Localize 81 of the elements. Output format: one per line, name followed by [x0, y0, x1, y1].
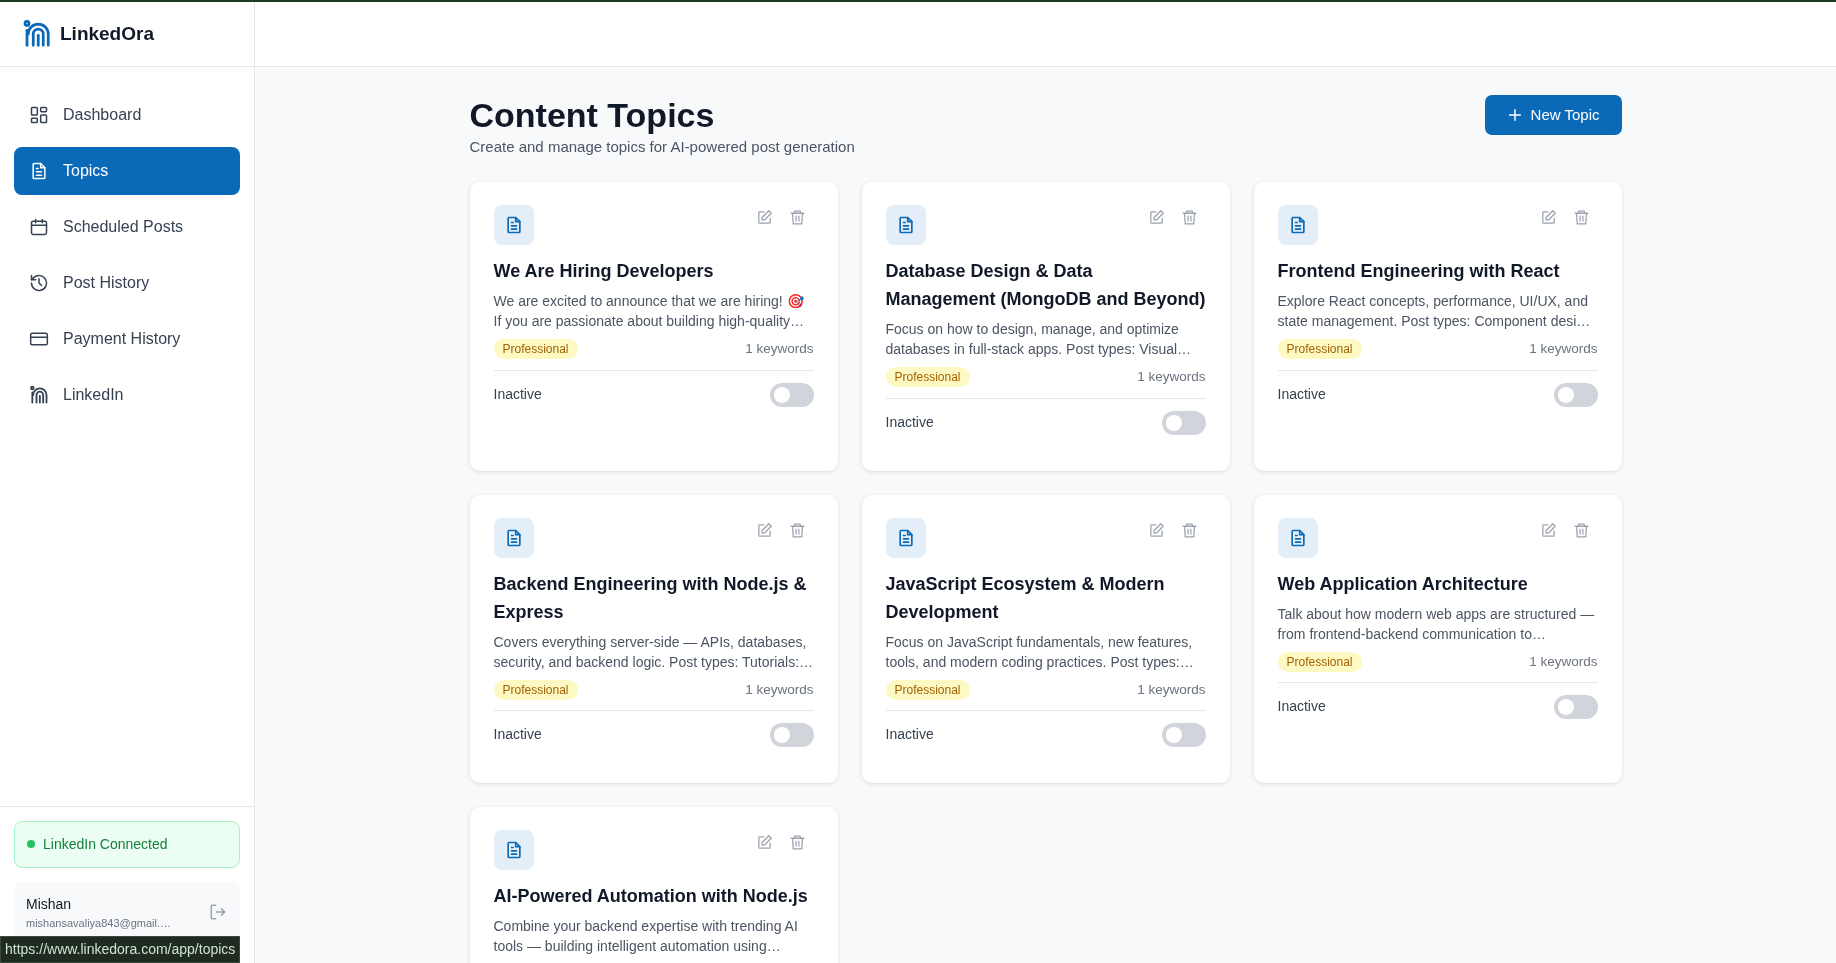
- page-title: Content Topics: [469, 95, 716, 136]
- tone-tag: Professional: [885, 679, 970, 700]
- delete-icon[interactable]: [1180, 209, 1198, 227]
- status-label: Inactive: [1277, 385, 1326, 405]
- brand-name: LinkedOra: [60, 21, 154, 46]
- tone-tag: Professional: [493, 679, 578, 700]
- status-label: Inactive: [1277, 697, 1326, 717]
- topic-description: Talk about how modern web apps are structured — from frontend-backend communication to…: [1277, 604, 1596, 644]
- keyword-count: 1 keywords: [1137, 368, 1206, 387]
- status-label: Inactive: [885, 413, 934, 433]
- toggle-switch[interactable]: [769, 722, 814, 747]
- tone-tag: Professional: [1277, 339, 1362, 360]
- tone-tag: Professional: [493, 339, 578, 360]
- delete-icon[interactable]: [788, 521, 806, 539]
- toggle-switch[interactable]: [769, 382, 814, 407]
- page-subtitle: Create and manage topics for AI-powered post generation: [469, 136, 855, 157]
- edit-icon[interactable]: [1539, 521, 1557, 539]
- edit-icon[interactable]: [755, 833, 773, 851]
- logo-icon: [22, 19, 52, 49]
- calendar-icon: [29, 217, 49, 237]
- topic-title: JavaScript Ecosystem & Modern Development: [885, 572, 1166, 624]
- topic-title: Web Application Architecture: [1277, 572, 1529, 596]
- topic-description: Focus on JavaScript fundamentals, new features, tools, and modern coding practices. Post types:…: [885, 632, 1195, 672]
- status-label: Inactive: [885, 725, 934, 745]
- status-label: Inactive: [493, 385, 542, 405]
- keyword-count: 1 keywords: [1137, 680, 1206, 699]
- delete-icon[interactable]: [788, 209, 806, 227]
- document-icon: [493, 829, 534, 870]
- status-label: Inactive: [493, 725, 542, 745]
- user-email: mishansavaliya843@gmail.…: [26, 915, 172, 931]
- edit-icon[interactable]: [1147, 521, 1165, 539]
- sidebar-item[interactable]: Dashboard: [14, 91, 240, 139]
- keyword-count: 1 keywords: [745, 680, 814, 699]
- edit-icon[interactable]: [1539, 209, 1557, 227]
- sidebar-item[interactable]: Post History: [14, 259, 240, 307]
- topic-description: Covers everything server-side — APIs, databases, security, and backend logic. Post types: Tutorials:…: [493, 632, 814, 672]
- document-icon: [885, 517, 926, 558]
- topic-description: Focus on how to design, manage, and optimize databases in full-stack apps. Post types: Visual…: [885, 320, 1193, 360]
- document-icon: [1277, 517, 1318, 558]
- linkedin-icon: [29, 385, 49, 405]
- document-icon: [1277, 205, 1318, 246]
- delete-icon[interactable]: [1180, 521, 1198, 539]
- delete-icon[interactable]: [1572, 209, 1590, 227]
- connection-label: LinkedIn Connected: [43, 834, 168, 854]
- sidebar-item[interactable]: LinkedIn: [14, 371, 240, 419]
- user-name: Mishan: [26, 894, 73, 914]
- document-icon: [29, 161, 49, 181]
- topic-description: Explore React concepts, performance, UI/UX, and state management. Post types: Component desi…: [1277, 292, 1592, 332]
- dashboard-icon: [29, 105, 49, 125]
- edit-icon[interactable]: [755, 521, 773, 539]
- credit-card-icon: [29, 329, 49, 349]
- keyword-count: 1 keywords: [1529, 340, 1598, 359]
- tone-tag: Professional: [885, 367, 970, 388]
- tone-tag: Professional: [1277, 651, 1362, 672]
- topic-title: We Are Hiring Developers: [493, 260, 715, 284]
- topic-title: AI-Powered Automation with Node.js: [493, 884, 809, 908]
- delete-icon[interactable]: [788, 833, 806, 851]
- edit-icon[interactable]: [1147, 209, 1165, 227]
- new-topic-button[interactable]: New Topic: [1484, 95, 1622, 135]
- keyword-count: 1 keywords: [1529, 652, 1598, 671]
- document-icon: [885, 205, 926, 246]
- document-icon: [493, 517, 534, 558]
- history-icon: [29, 273, 49, 293]
- sidebar-item[interactable]: Payment History: [14, 315, 240, 363]
- topic-title: Frontend Engineering with React: [1277, 260, 1561, 284]
- toggle-switch[interactable]: [1553, 382, 1598, 407]
- sidebar-item[interactable]: Topics: [14, 147, 240, 195]
- sidebar-item[interactable]: Scheduled Posts: [14, 203, 240, 251]
- plus-icon: [1506, 107, 1523, 123]
- keyword-count: 1 keywords: [745, 340, 814, 359]
- topic-description: Combine your backend expertise with trending AI tools — building intelligent automation using…: [493, 916, 799, 956]
- topic-title: Database Design & Data Management (MongoDB and Beyond): [885, 260, 1206, 312]
- toggle-switch[interactable]: [1161, 722, 1206, 747]
- topic-description: We are excited to announce that we are hiring! 🎯 If you are passionate about building high-quality…: [493, 292, 806, 332]
- topic-title: Backend Engineering with Node.js & Express: [493, 572, 808, 624]
- edit-icon[interactable]: [755, 209, 773, 227]
- toggle-switch[interactable]: [1161, 410, 1206, 435]
- delete-icon[interactable]: [1572, 521, 1590, 539]
- document-icon: [493, 205, 534, 246]
- toggle-switch[interactable]: [1553, 694, 1598, 719]
- status-url: https://www.linkedora.com/app/topics: [0, 936, 241, 963]
